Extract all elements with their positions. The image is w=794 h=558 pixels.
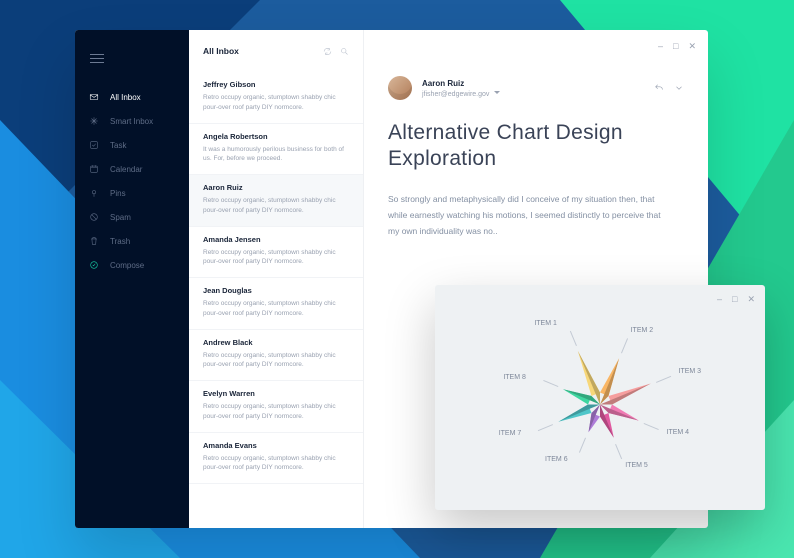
spam-icon <box>88 212 100 222</box>
window-maximize-button[interactable]: □ <box>673 42 678 51</box>
mail-body: So strongly and metaphysically did I con… <box>388 191 668 239</box>
sidebar-item-label: Compose <box>110 261 144 270</box>
message-sender: Amanda Evans <box>203 441 349 450</box>
message-preview: It was a humorously perilous business fo… <box>203 145 349 165</box>
message-sender: Angela Robertson <box>203 132 349 141</box>
message-preview: Retro occupy organic, stumptown shabby c… <box>203 196 349 216</box>
message-item[interactable]: Evelyn Warren Retro occupy organic, stump… <box>189 381 363 433</box>
reply-icon[interactable] <box>654 83 664 93</box>
chart-label: ITEM 8 <box>503 374 526 381</box>
sidebar-item-all-inbox[interactable]: All Inbox <box>75 85 189 109</box>
mail-icon <box>88 92 100 102</box>
list-header: All Inbox <box>189 30 363 72</box>
popup-maximize-button[interactable]: □ <box>732 295 737 304</box>
sidebar-item-pins[interactable]: Pins <box>75 181 189 205</box>
sidebar-item-compose[interactable]: Compose <box>75 253 189 277</box>
window-minimize-button[interactable]: – <box>658 42 663 51</box>
sidebar-item-smart-inbox[interactable]: Smart Inbox <box>75 109 189 133</box>
chevron-down-icon[interactable] <box>674 83 684 93</box>
chart-label: ITEM 4 <box>667 429 690 436</box>
radial-chart <box>500 319 700 494</box>
refresh-icon[interactable] <box>323 47 332 56</box>
chart-window: – □ ✕ ITEM 1 ITEM 2 ITEM 3 ITEM 4 ITEM 5 ITEM… <box>435 285 765 510</box>
message-item[interactable]: Jeffrey Gibson Retro occupy organic, stum… <box>189 72 363 124</box>
sidebar-item-trash[interactable]: Trash <box>75 229 189 253</box>
message-item[interactable]: Amanda Jensen Retro occupy organic, stump… <box>189 227 363 279</box>
message-item[interactable]: Andrew Black Retro occupy organic, stumpt… <box>189 330 363 382</box>
chart-label: ITEM 5 <box>625 462 648 469</box>
sidebar: All Inbox Smart Inbox Task Calendar Pins Spam… <box>75 30 189 528</box>
message-item[interactable]: Jean Douglas Retro occupy organic, stumpt… <box>189 278 363 330</box>
window-close-button[interactable]: ✕ <box>688 42 696 51</box>
chart-label: ITEM 7 <box>499 430 522 437</box>
sidebar-item-label: All Inbox <box>110 93 141 102</box>
check-icon <box>88 140 100 150</box>
pin-icon <box>88 188 100 198</box>
sidebar-item-label: Task <box>110 141 126 150</box>
sidebar-item-label: Smart Inbox <box>110 117 153 126</box>
chart-label: ITEM 2 <box>631 327 654 334</box>
avatar <box>388 76 412 100</box>
sidebar-item-label: Trash <box>110 237 130 246</box>
sender-name: Aaron Ruiz <box>422 79 500 88</box>
message-sender: Amanda Jensen <box>203 235 349 244</box>
list-title: All Inbox <box>203 46 239 56</box>
message-item[interactable]: Aaron Ruiz Retro occupy organic, stumptow… <box>189 175 363 227</box>
sidebar-item-label: Calendar <box>110 165 142 174</box>
message-sender: Jean Douglas <box>203 286 349 295</box>
sidebar-item-calendar[interactable]: Calendar <box>75 157 189 181</box>
mail-subject: Alternative Chart Design Exploration <box>388 120 684 173</box>
message-sender: Evelyn Warren <box>203 389 349 398</box>
message-preview: Retro occupy organic, stumptown shabby c… <box>203 402 349 422</box>
trash-icon <box>88 236 100 246</box>
sparkle-icon <box>88 116 100 126</box>
sidebar-item-task[interactable]: Task <box>75 133 189 157</box>
sidebar-item-label: Pins <box>110 189 126 198</box>
chart-label: ITEM 6 <box>545 456 568 463</box>
search-icon[interactable] <box>340 47 349 56</box>
menu-toggle-icon[interactable] <box>90 54 104 63</box>
calendar-icon <box>88 164 100 174</box>
message-item[interactable]: Angela Robertson It was a humorously peri… <box>189 124 363 176</box>
message-sender: Aaron Ruiz <box>203 183 349 192</box>
message-sender: Andrew Black <box>203 338 349 347</box>
popup-close-button[interactable]: ✕ <box>747 295 755 304</box>
compose-icon <box>88 260 100 270</box>
sender-address[interactable]: jfisher@edgewire.gov <box>422 90 500 98</box>
chart-label: ITEM 1 <box>534 320 557 327</box>
message-sender: Jeffrey Gibson <box>203 80 349 89</box>
sidebar-item-label: Spam <box>110 213 131 222</box>
window-controls: – □ ✕ <box>658 42 696 51</box>
message-preview: Retro occupy organic, stumptown shabby c… <box>203 299 349 319</box>
message-preview: Retro occupy organic, stumptown shabby c… <box>203 248 349 268</box>
sidebar-item-spam[interactable]: Spam <box>75 205 189 229</box>
message-preview: Retro occupy organic, stumptown shabby c… <box>203 454 349 474</box>
message-preview: Retro occupy organic, stumptown shabby c… <box>203 351 349 371</box>
message-preview: Retro occupy organic, stumptown shabby c… <box>203 93 349 113</box>
message-item[interactable]: Amanda Evans Retro occupy organic, stumpt… <box>189 433 363 485</box>
message-list-panel: All Inbox Jeffrey Gibson Retro occupy org… <box>189 30 364 528</box>
popup-minimize-button[interactable]: – <box>717 295 722 304</box>
chart-label: ITEM 3 <box>679 368 702 375</box>
